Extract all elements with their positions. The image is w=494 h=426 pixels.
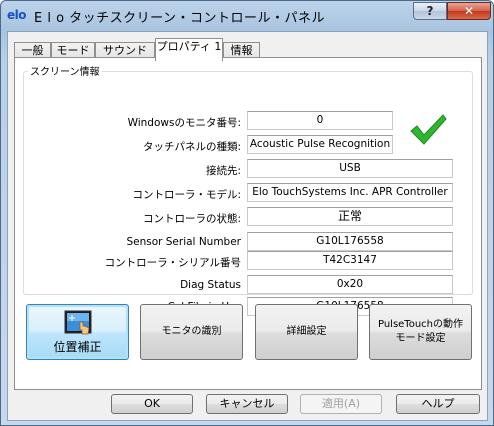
label-controller-model: コントローラ・モデル: [132, 189, 241, 201]
identify-monitor-button[interactable]: モニタの識別 [140, 304, 243, 360]
window-title: E l o タッチスクリーン・コントロール・パネル [34, 11, 326, 26]
cancel-button[interactable]: キャンセル [206, 394, 288, 414]
calibrate-label: 位置補正 [53, 340, 102, 354]
calibrate-button[interactable]: 位置補正 [26, 304, 129, 360]
tab-properties-1[interactable]: プロパティ 1 [155, 38, 223, 61]
label-sensor-serial: Sensor Serial Number [126, 236, 241, 248]
label-connection: 接続先: [205, 165, 241, 177]
value-controller-model: Elo TouchSystems Inc. APR Controller [247, 183, 453, 202]
value-controller-serial: T42C3147 [247, 251, 453, 270]
value-diag-status: 0x20 [247, 275, 453, 294]
label-diag-status: Diag Status [180, 279, 241, 291]
dialog-client-area: 一般 モード サウンド プロパティ 1 情報 スクリーン情報 Windowsのモ… [7, 31, 488, 421]
label-controller-status: コントローラの状態: [142, 213, 241, 225]
help-button[interactable]: ヘルプ [396, 394, 480, 414]
value-sensor-serial: G10L176558 [247, 232, 453, 251]
value-touchpanel-type: Acoustic Pulse Recognition [247, 135, 393, 154]
label-touchpanel-type: タッチパネルの種類: [142, 141, 241, 153]
title-help-button[interactable]: ? [413, 2, 447, 20]
value-monitor-number: 0 [247, 111, 393, 130]
value-connection: USB [247, 159, 453, 178]
label-controller-serial: コントローラ・シリアル番号 [104, 257, 241, 269]
title-bar[interactable]: elo E l o タッチスクリーン・コントロール・パネル ? ✕ [1, 1, 493, 31]
value-controller-status: 正常 [247, 207, 453, 226]
calibration-icon [64, 310, 91, 335]
elo-logo-icon: elo [7, 8, 27, 22]
green-checkmark-icon [410, 114, 447, 145]
pulsetouch-mode-button[interactable]: PulseTouchの動作モード設定 [369, 304, 472, 360]
label-monitor-number: Windowsのモニタ番号: [127, 117, 241, 129]
dialog-window: elo E l o タッチスクリーン・コントロール・パネル ? ✕ 一般 モード… [0, 0, 494, 426]
screen-info-legend: スクリーン情報 [28, 63, 102, 78]
advanced-settings-button[interactable]: 詳細設定 [255, 304, 358, 360]
apply-button[interactable]: 適用(A) [300, 394, 382, 414]
title-close-button[interactable]: ✕ [447, 2, 491, 20]
ok-button[interactable]: OK [111, 394, 193, 414]
